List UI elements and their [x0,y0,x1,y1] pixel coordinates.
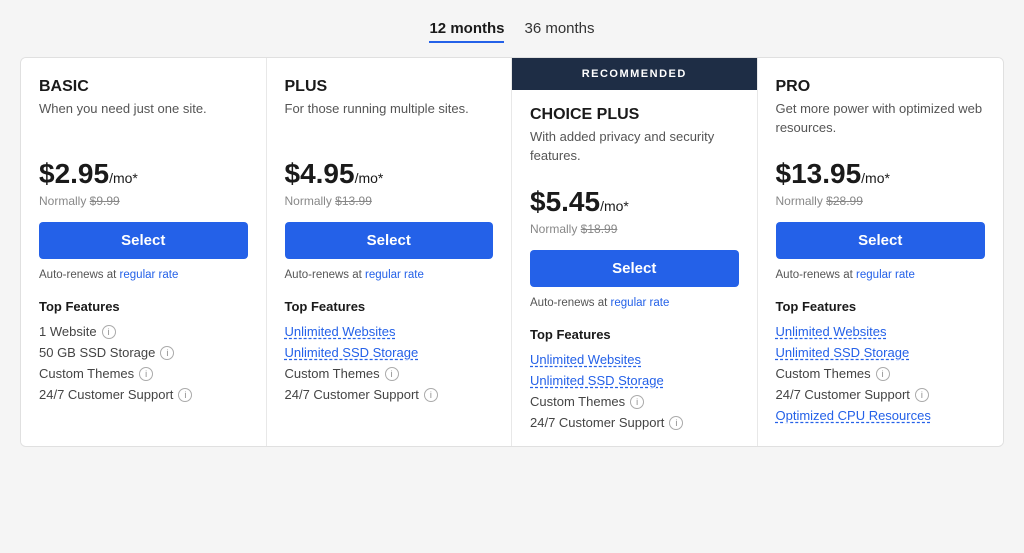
feature-cp-4-text: 24/7 Customer Support [530,415,664,430]
feature-cp-2-storage: Unlimited SSD Storage [530,373,739,388]
plan-choice-plus-price-row: $5.45 /mo* [530,186,739,218]
feature-plus-3-themes: Custom Themes i [285,366,494,381]
plan-choice-plus-auto-renew: Auto-renews at regular rate [530,297,739,309]
feature-basic-4-support: 24/7 Customer Support i [39,387,248,402]
feature-basic-3-text: Custom Themes [39,366,134,381]
plan-choice-plus-select-button[interactable]: Select [530,250,739,287]
feature-cp-1-websites: Unlimited Websites [530,352,739,367]
feature-cp-3-text: Custom Themes [530,394,625,409]
tab-12months[interactable]: 12 months [429,20,504,43]
feature-plus-2-storage: Unlimited SSD Storage [285,345,494,360]
feature-basic-3-themes: Custom Themes i [39,366,248,381]
info-icon-pro-4: i [915,388,929,402]
feature-plus-4-support: 24/7 Customer Support i [285,387,494,402]
plan-basic-features-title: Top Features [39,299,248,314]
plan-basic-regular-rate-link[interactable]: regular rate [120,269,179,281]
plan-plus-auto-renew: Auto-renews at regular rate [285,269,494,281]
info-icon-plus-3: i [385,367,399,381]
plan-basic-name: BASIC [39,78,248,96]
feature-basic-2-text: 50 GB SSD Storage [39,345,155,360]
info-icon-basic-3: i [139,367,153,381]
info-icon-pro-3: i [876,367,890,381]
plan-choice-plus-desc: With added privacy and security features… [530,128,739,170]
feature-pro-5-link[interactable]: Optimized CPU Resources [776,408,931,423]
feature-cp-4-support: 24/7 Customer Support i [530,415,739,430]
plan-basic-price: $2.95 [39,158,109,190]
plan-pro-price-suffix: /mo* [861,170,890,186]
plan-choice-plus-price: $5.45 [530,186,600,218]
plan-plus-price: $4.95 [285,158,355,190]
plan-pro-name: PRO [776,78,986,96]
feature-pro-2-storage: Unlimited SSD Storage [776,345,986,360]
tab-36months[interactable]: 36 months [524,20,594,43]
plan-pro-regular-rate-link[interactable]: regular rate [856,269,915,281]
info-icon-cp-3: i [630,395,644,409]
info-icon-basic-2: i [160,346,174,360]
feature-plus-2-link[interactable]: Unlimited SSD Storage [285,345,419,360]
plan-plus-desc: For those running multiple sites. [285,100,494,142]
feature-basic-1-text: 1 Website [39,324,97,339]
plan-choice-plus-features-title: Top Features [530,327,739,342]
plan-plus-regular-rate-link[interactable]: regular rate [365,269,424,281]
plan-pro-features-title: Top Features [776,299,986,314]
plan-basic-price-row: $2.95 /mo* [39,158,248,190]
plans-grid: BASIC When you need just one site. $2.95… [20,57,1004,447]
feature-cp-1-link[interactable]: Unlimited Websites [530,352,641,367]
feature-pro-2-link[interactable]: Unlimited SSD Storage [776,345,910,360]
plan-plus-price-suffix: /mo* [355,170,384,186]
feature-plus-3-text: Custom Themes [285,366,380,381]
plan-basic-feature-list: 1 Website i 50 GB SSD Storage i Custom T… [39,324,248,402]
recommended-badge: RECOMMENDED [512,58,757,90]
plan-basic-desc: When you need just one site. [39,100,248,142]
feature-basic-2-storage: 50 GB SSD Storage i [39,345,248,360]
plan-basic-price-suffix: /mo* [109,170,138,186]
plan-choice-plus-feature-list: Unlimited Websites Unlimited SSD Storage… [530,352,739,430]
feature-cp-2-link[interactable]: Unlimited SSD Storage [530,373,664,388]
plan-pro-price-row: $13.95 /mo* [776,158,986,190]
plan-plus: PLUS For those running multiple sites. $… [267,58,513,446]
feature-pro-3-themes: Custom Themes i [776,366,986,381]
plan-plus-normal-price: Normally $13.99 [285,194,494,208]
feature-plus-1-link[interactable]: Unlimited Websites [285,324,396,339]
plan-pro-price: $13.95 [776,158,862,190]
plan-pro-select-button[interactable]: Select [776,222,986,259]
info-icon-basic-1: i [102,325,116,339]
plan-plus-select-button[interactable]: Select [285,222,494,259]
info-icon-basic-4: i [178,388,192,402]
plan-basic: BASIC When you need just one site. $2.95… [21,58,267,446]
plan-plus-feature-list: Unlimited Websites Unlimited SSD Storage… [285,324,494,402]
plan-pro: PRO Get more power with optimized web re… [758,58,1004,446]
feature-pro-4-text: 24/7 Customer Support [776,387,910,402]
info-icon-cp-4: i [669,416,683,430]
plan-basic-normal-price: Normally $9.99 [39,194,248,208]
feature-plus-1-websites: Unlimited Websites [285,324,494,339]
plan-choice-plus-regular-rate-link[interactable]: regular rate [611,297,670,309]
feature-basic-1-websites: 1 Website i [39,324,248,339]
plan-basic-auto-renew: Auto-renews at regular rate [39,269,248,281]
plan-choice-plus-price-suffix: /mo* [600,198,629,214]
tab-bar: 12 months 36 months [20,10,1004,57]
feature-cp-3-themes: Custom Themes i [530,394,739,409]
plan-basic-select-button[interactable]: Select [39,222,248,259]
feature-pro-1-link[interactable]: Unlimited Websites [776,324,887,339]
plan-choice-plus-name: CHOICE PLUS [530,106,739,124]
plan-pro-auto-renew: Auto-renews at regular rate [776,269,986,281]
plan-pro-normal-price: Normally $28.99 [776,194,986,208]
feature-plus-4-text: 24/7 Customer Support [285,387,419,402]
plan-plus-features-title: Top Features [285,299,494,314]
plan-choice-plus-normal-price: Normally $18.99 [530,222,739,236]
feature-basic-4-text: 24/7 Customer Support [39,387,173,402]
feature-pro-5-cpu: Optimized CPU Resources [776,408,986,423]
feature-pro-3-text: Custom Themes [776,366,871,381]
plan-plus-name: PLUS [285,78,494,96]
feature-pro-1-websites: Unlimited Websites [776,324,986,339]
info-icon-plus-4: i [424,388,438,402]
plan-plus-price-row: $4.95 /mo* [285,158,494,190]
plan-pro-desc: Get more power with optimized web resour… [776,100,986,142]
plan-choice-plus: RECOMMENDED CHOICE PLUS With added priva… [512,58,758,446]
feature-pro-4-support: 24/7 Customer Support i [776,387,986,402]
plan-pro-feature-list: Unlimited Websites Unlimited SSD Storage… [776,324,986,423]
